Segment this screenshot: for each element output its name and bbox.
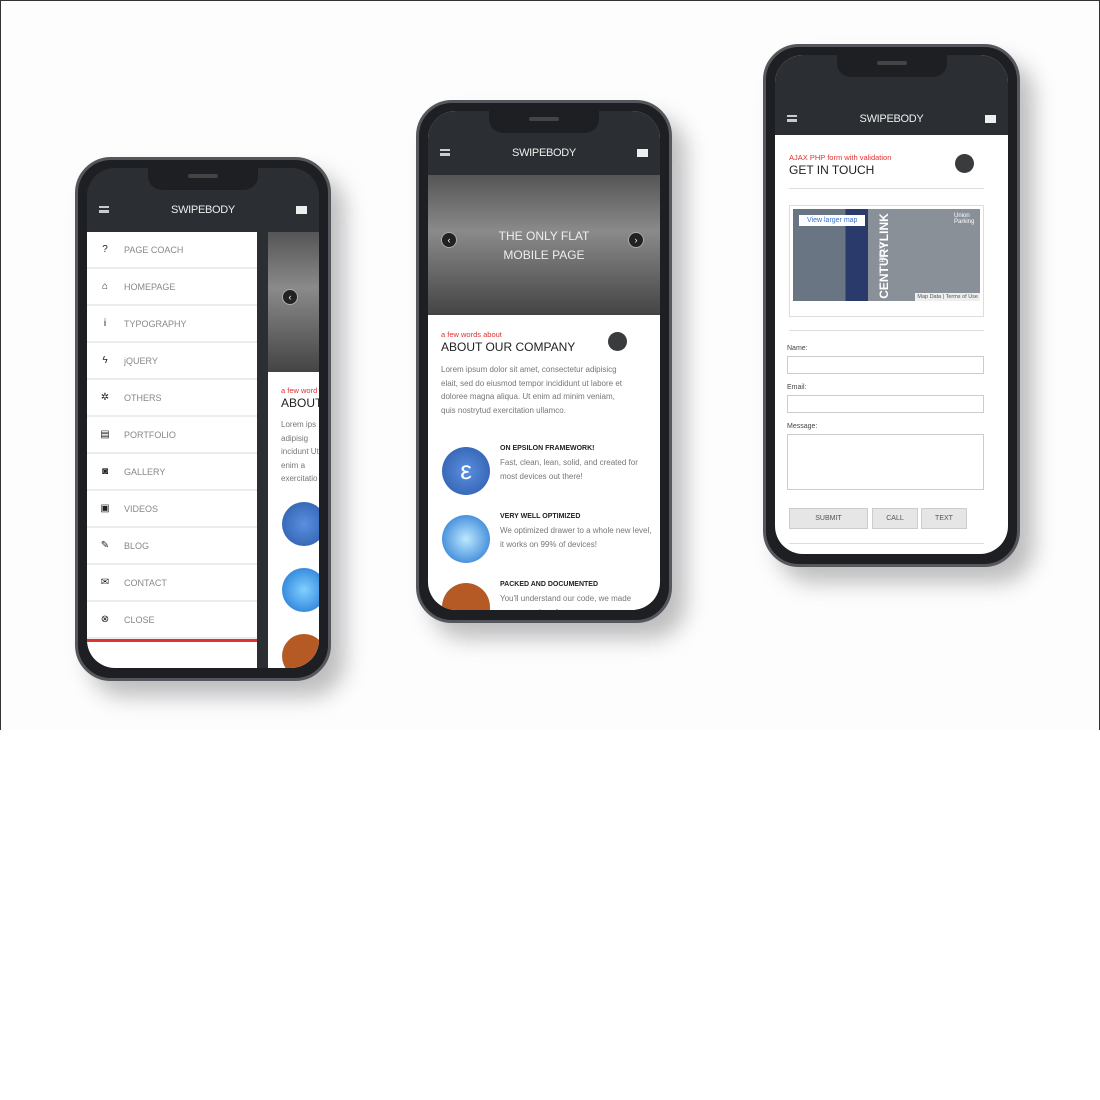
menu-item-label: CONTACT	[124, 577, 167, 588]
menu-item-label: CLOSE	[124, 614, 155, 625]
gear-icon: ✲	[100, 392, 110, 403]
package-icon	[282, 634, 319, 668]
toggle-dot[interactable]	[955, 154, 974, 173]
section-subtitle: a few word	[281, 386, 318, 395]
phone-menu-screen: SWIPEBODY ‹ a few word ABOUT Lorem ips a…	[75, 157, 331, 681]
message-label: Message:	[787, 423, 818, 430]
prev-arrow[interactable]: ‹	[282, 289, 298, 305]
email-label: Email:	[787, 384, 807, 391]
feature-item: PACKED AND DOCUMENTED You'll understand …	[440, 581, 652, 610]
name-input[interactable]	[787, 356, 984, 374]
menu-item-portfolio[interactable]: ▤ PORTFOLIO	[87, 417, 257, 454]
phone-contact-screen: SWIPEBODY AJAX PHP form with validation …	[763, 44, 1020, 567]
side-menu: ? PAGE COACH ⌂ HOMEPAGE i TYPOGRAPHY ϟ jQUERY ✲ O…	[87, 232, 257, 668]
feature-title: ON EPSILON FRAMEWORK!	[500, 445, 595, 452]
menu-item-label: PAGE COACH	[124, 244, 184, 255]
film-icon: ▣	[100, 503, 110, 514]
feature-title: PACKED AND DOCUMENTED	[500, 581, 598, 588]
section-text: Lorem ips adipisig incidunt Ut enim a ex…	[281, 420, 319, 484]
message-textarea[interactable]	[787, 434, 984, 490]
hero-line-1: THE ONLY FLAT	[498, 229, 590, 243]
bolt-icon: ϟ	[102, 355, 108, 366]
feature-title: VERY WELL OPTIMIZED	[500, 513, 581, 520]
section-title: GET IN TOUCH	[789, 163, 875, 177]
menu-item-contact[interactable]: ✉ CONTACT	[87, 565, 257, 602]
clapperboard-icon: ▤	[100, 429, 110, 440]
toggle-dot[interactable]	[608, 332, 627, 351]
next-arrow[interactable]: ›	[628, 232, 644, 248]
menu-item-typography[interactable]: i TYPOGRAPHY	[87, 306, 257, 343]
menu-item-label: OTHERS	[124, 392, 162, 403]
menu-item-label: HOMEPAGE	[124, 281, 176, 292]
feature-item: VERY WELL OPTIMIZED We optimized drawer …	[440, 513, 652, 581]
compass-icon	[282, 568, 319, 612]
feature-text: We optimized drawer to a whole new level…	[500, 526, 652, 549]
menu-item-label: TYPOGRAPHY	[124, 318, 187, 329]
feature-text: Fast, clean, lean, solid, and created fo…	[500, 458, 638, 481]
camera-icon: ◙	[101, 466, 109, 477]
pencil-icon: ✎	[100, 540, 110, 551]
call-button[interactable]: CALL	[872, 508, 918, 529]
phone-home-screen: SWIPEBODY THE ONLY FLAT MOBILE PAGE ‹ › …	[416, 100, 672, 623]
menu-item-videos[interactable]: ▣ VIDEOS	[87, 491, 257, 528]
section-subtitle: AJAX PHP form with validation	[789, 153, 892, 162]
menu-item-homepage[interactable]: ⌂ HOMEPAGE	[87, 269, 257, 306]
menu-item-others[interactable]: ✲ OTHERS	[87, 380, 257, 417]
app-title: SWIPEBODY	[512, 147, 576, 159]
prev-arrow[interactable]: ‹	[441, 232, 457, 248]
hero-slider[interactable]: THE ONLY FLAT MOBILE PAGE ‹ ›	[428, 175, 660, 315]
question-icon: ?	[102, 244, 108, 255]
menu-accent-line	[87, 639, 257, 642]
menu-item-jquery[interactable]: ϟ jQUERY	[87, 343, 257, 380]
menu-item-label: PORTFOLIO	[124, 429, 176, 440]
compass-icon	[442, 515, 490, 563]
submit-button[interactable]: SUBMIT	[789, 508, 868, 529]
mail-icon[interactable]	[637, 149, 648, 157]
section-title: ABOUT	[281, 396, 319, 410]
epsilon-icon: ε	[442, 447, 490, 495]
feature-text: You'll understand our code, we made awes…	[500, 594, 632, 610]
info-icon: i	[103, 318, 107, 329]
package-icon	[442, 583, 490, 610]
mail-icon[interactable]	[296, 206, 307, 214]
section-subtitle: a few words about	[441, 330, 502, 339]
app-title: SWIPEBODY	[171, 204, 235, 216]
menu-item-label: jQUERY	[124, 355, 158, 366]
app-title: SWIPEBODY	[859, 113, 924, 125]
mail-icon[interactable]	[985, 115, 996, 123]
view-larger-map-link[interactable]: View larger map	[799, 215, 866, 226]
epsilon-icon	[282, 502, 319, 546]
map[interactable]: View larger map CENTURYLINK FIELD Union …	[789, 205, 984, 317]
map-footer: Map Data | Terms of Use	[915, 293, 980, 301]
feature-item: ε ON EPSILON FRAMEWORK! Fast, clean, lea…	[440, 445, 652, 513]
email-input[interactable]	[787, 395, 984, 413]
close-icon: ⊗	[100, 614, 110, 625]
menu-item-label: GALLERY	[124, 466, 166, 477]
menu-item-close[interactable]: ⊗ CLOSE	[87, 602, 257, 639]
section-text: Lorem ipsum dolor sit amet, consectetur …	[441, 365, 622, 415]
home-icon: ⌂	[101, 281, 109, 292]
mail-icon: ✉	[100, 577, 110, 588]
menu-item-blog[interactable]: ✎ BLOG	[87, 528, 257, 565]
text-button[interactable]: TEXT	[921, 508, 967, 529]
menu-item-page-coach[interactable]: ? PAGE COACH	[87, 232, 257, 269]
hero-line-2: MOBILE PAGE	[503, 248, 585, 262]
menu-item-label: VIDEOS	[124, 503, 159, 514]
section-title: ABOUT OUR COMPANY	[441, 340, 576, 354]
name-label: Name:	[787, 345, 808, 352]
map-label: FIELD	[879, 242, 887, 263]
map-label: Union Parking	[954, 213, 975, 225]
menu-item-label: BLOG	[124, 540, 150, 551]
menu-item-gallery[interactable]: ◙ GALLERY	[87, 454, 257, 491]
